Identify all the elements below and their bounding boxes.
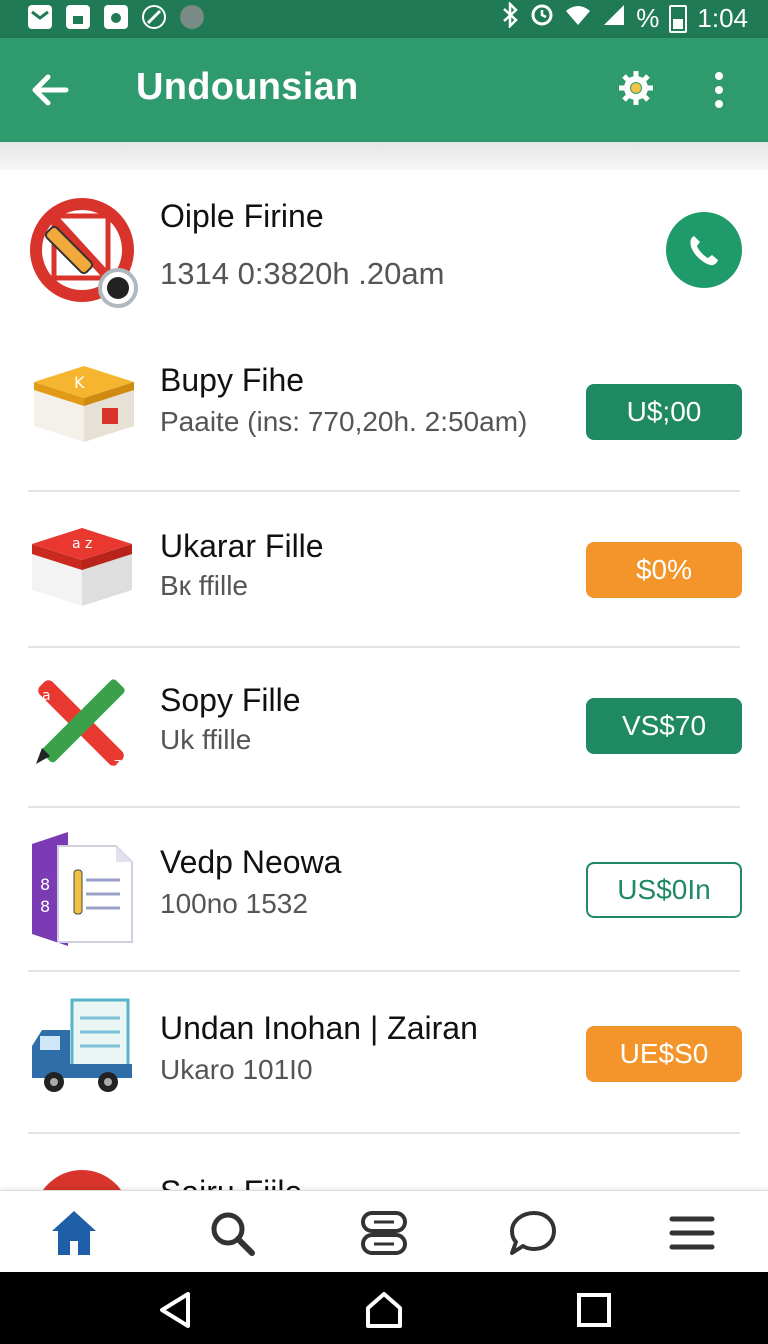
price-badge[interactable]: VS$70 xyxy=(586,698,742,754)
price-badge[interactable]: U$;00 xyxy=(586,384,742,440)
item-name: Undan Inohan | Zairan xyxy=(160,1010,478,1046)
appbar-shadow xyxy=(0,142,768,170)
item-name: Sairu Fiile xyxy=(160,1174,302,1190)
home-icon[interactable] xyxy=(48,1207,100,1259)
call-button[interactable] xyxy=(666,212,742,288)
no-edit-icon xyxy=(28,194,138,308)
item-subtitle: Ukaro 101I0 xyxy=(160,1054,313,1085)
page-title: Undounsian xyxy=(136,66,359,108)
svg-text:a z: a z xyxy=(72,536,92,552)
account-icon xyxy=(180,5,204,29)
item-name: Sopy Fille xyxy=(160,682,301,718)
list-item[interactable]: K Bupy Fihe Paaite (ins: 770,20h. 2:50am… xyxy=(0,330,768,492)
menu-icon[interactable] xyxy=(666,1207,718,1259)
document-icon: 8 8 xyxy=(28,830,138,946)
price-badge[interactable]: US$0In xyxy=(586,862,742,918)
status-bar: % 1:04 xyxy=(0,0,768,38)
svg-text:K: K xyxy=(74,373,85,392)
list-item[interactable]: 8 8 Vedp Neowa 100no 1532 US$0In xyxy=(0,808,768,972)
svg-text:8: 8 xyxy=(40,875,50,894)
wifi-icon xyxy=(564,3,592,34)
bottom-navigation xyxy=(0,1190,768,1273)
recents-square-icon[interactable] xyxy=(574,1290,614,1330)
item-subtitle: Bк ffille xyxy=(160,570,248,601)
truck-icon xyxy=(28,994,138,1104)
item-name: Bupy Fihe xyxy=(160,362,305,398)
gear-icon[interactable] xyxy=(614,68,658,112)
box-yellow-icon: K xyxy=(28,352,138,462)
item-subtitle: Uk ffille xyxy=(160,724,252,755)
status-notification-icons xyxy=(28,5,204,29)
home-outline-icon[interactable] xyxy=(364,1290,404,1330)
status-time: 1:04 xyxy=(697,3,748,33)
signal-icon xyxy=(602,3,626,34)
list-item[interactable]: Sairu Fiile xyxy=(0,1134,768,1190)
arrow-left-icon[interactable] xyxy=(28,68,72,112)
list-item[interactable]: Oiple Firine 1314 0:3820h .20am xyxy=(0,170,768,330)
back-triangle-icon[interactable] xyxy=(156,1290,196,1330)
system-navigation-bar xyxy=(0,1272,768,1344)
search-icon[interactable] xyxy=(206,1207,258,1259)
item-subtitle: Paaite (ins: 770,20h. 2:50am) xyxy=(160,406,528,437)
lock-icon xyxy=(66,5,90,29)
item-subtitle: 100no 1532 xyxy=(160,888,308,919)
bluetooth-icon xyxy=(500,0,520,35)
box-red-icon: a z xyxy=(28,520,138,630)
item-subtitle: 1314 0:3820h .20am xyxy=(160,256,445,291)
app-bar: Undounsian xyxy=(0,38,768,142)
chat-icon[interactable] xyxy=(506,1207,558,1259)
sync-icon xyxy=(530,3,554,34)
more-vert-icon[interactable] xyxy=(704,68,734,112)
item-name: Oiple Firine xyxy=(160,198,324,234)
price-badge[interactable]: $0% xyxy=(586,542,742,598)
mail-icon xyxy=(28,5,52,29)
file-list: Oiple Firine 1314 0:3820h .20am K Bupy F… xyxy=(0,170,768,1190)
price-badge[interactable]: UE$S0 xyxy=(586,1026,742,1082)
tools-icon: a z xyxy=(28,672,138,782)
phone-icon xyxy=(690,236,718,266)
list-item[interactable]: Undan Inohan | Zairan Ukaro 101I0 UE$S0 xyxy=(0,972,768,1134)
status-system-icons: % 1:04 xyxy=(500,0,748,35)
svg-text:8: 8 xyxy=(40,897,50,916)
list-item[interactable]: a z Ukarar Fille Bк ffille $0% xyxy=(0,492,768,648)
svg-text:z: z xyxy=(114,756,121,772)
battery-icon xyxy=(669,4,688,33)
bag-icon xyxy=(104,5,128,29)
list-icon[interactable] xyxy=(358,1207,410,1259)
item-name: Vedp Neowa xyxy=(160,844,342,880)
no-disturb-icon xyxy=(142,5,166,29)
list-item[interactable]: a z Sopy Fille Uk ffille VS$70 xyxy=(0,648,768,808)
item-name: Ukarar Fille xyxy=(160,528,324,564)
red-circle-icon xyxy=(28,1164,138,1190)
battery-percent: % xyxy=(636,3,660,33)
svg-text:a: a xyxy=(42,688,51,704)
